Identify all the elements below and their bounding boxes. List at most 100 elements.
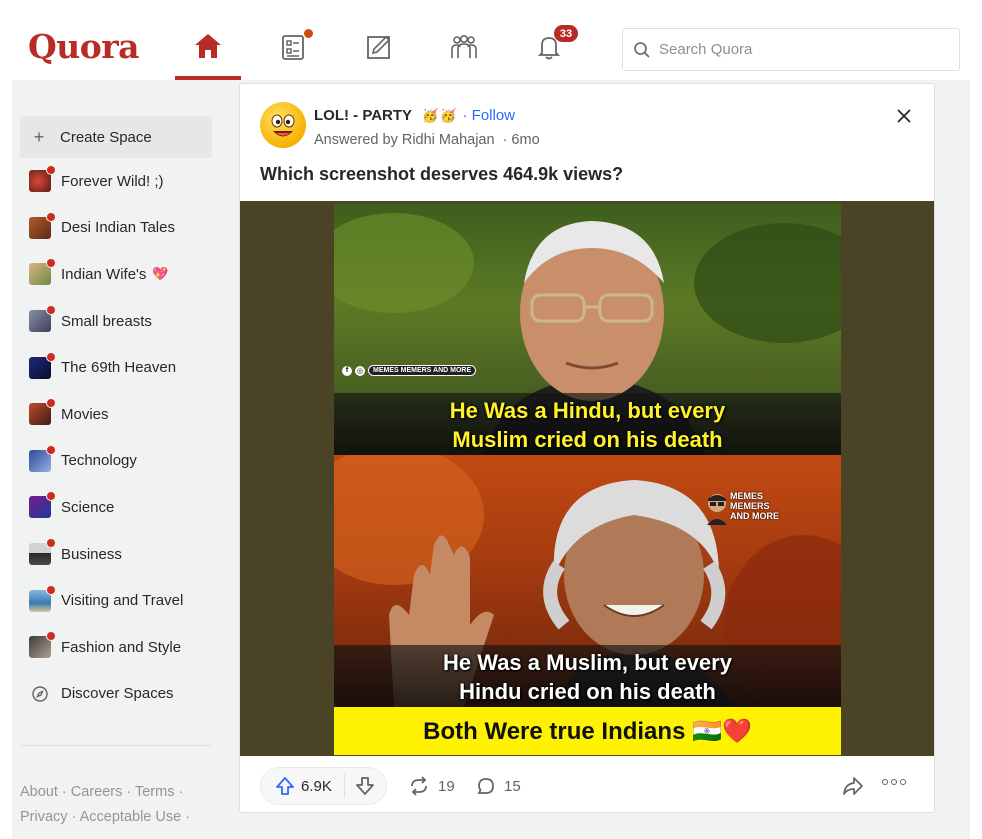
- meme-caption-top: He Was a Hindu, but every Muslim cried o…: [334, 393, 841, 455]
- sidebar-item-label: Science: [61, 498, 115, 516]
- vote-controls: 6.9K: [260, 767, 387, 805]
- spaces-sidebar: + Create Space Forever Wild! ;) Desi Ind…: [20, 116, 212, 717]
- sidebar-item-desi-indian-tales[interactable]: Desi Indian Tales: [20, 205, 212, 252]
- sidebar-item-business[interactable]: Business: [20, 531, 212, 578]
- plus-icon: +: [33, 126, 45, 147]
- sidebar-divider: [20, 745, 212, 746]
- upvote-button[interactable]: 6.9K: [261, 767, 344, 805]
- more-dot-icon: [900, 779, 906, 785]
- question-title[interactable]: Which screenshot deserves 464.9k views?: [260, 164, 623, 185]
- discover-label: Discover Spaces: [61, 685, 174, 703]
- sidebar-item-label: The 69th Heaven: [61, 359, 177, 377]
- meme-banner: Both Were true Indians 🇮🇳❤️: [334, 707, 841, 755]
- nav-spaces[interactable]: [431, 22, 497, 78]
- upvote-arrow-icon: [276, 777, 294, 795]
- meme-caption-bottom: He Was a Muslim, but every Hindu cried o…: [334, 645, 841, 707]
- sidebar-item-technology[interactable]: Technology: [20, 438, 212, 485]
- space-name-link[interactable]: LOL! - PARTY: [314, 107, 412, 124]
- create-space-button[interactable]: + Create Space: [20, 116, 212, 158]
- comments-button[interactable]: 15: [476, 767, 521, 805]
- nav-home[interactable]: [175, 22, 241, 80]
- footer-links-line-2[interactable]: Privacy · Acceptable Use ·: [20, 805, 212, 830]
- sidebar-item-label: Technology: [61, 452, 137, 470]
- feed-list-icon: [282, 35, 304, 60]
- meme-panel-top: f ◎ MEMES MEMERS AND MORE He Was a Hindu,…: [334, 203, 841, 455]
- quora-logo[interactable]: Quora: [28, 27, 140, 66]
- more-dot-icon: [882, 779, 888, 785]
- share-arrow-icon: [843, 777, 863, 795]
- reshare-count: 19: [438, 777, 455, 795]
- space-thumbnail: [29, 584, 56, 612]
- sidebar-item-label: Business: [61, 545, 122, 563]
- nav-notifications[interactable]: 33: [516, 22, 582, 78]
- space-thumbnail: [29, 444, 56, 472]
- meme-watermark: f ◎ MEMES MEMERS AND MORE: [342, 365, 477, 376]
- space-thumbnail: [29, 538, 56, 566]
- sidebar-item-label: Desi Indian Tales: [61, 219, 175, 237]
- answer-time: · 6mo: [502, 132, 540, 148]
- sidebar-item-movies[interactable]: Movies: [20, 391, 212, 438]
- reshare-icon: [411, 776, 427, 796]
- space-thumbnail: [29, 165, 56, 193]
- share-button[interactable]: [842, 776, 864, 801]
- meme-panel-bottom: MEMES MEMERS AND MORE He Was a Muslim, b…: [334, 455, 841, 707]
- party-emojis: 🥳🥳: [421, 108, 459, 123]
- sidebar-item-69th-heaven[interactable]: The 69th Heaven: [20, 344, 212, 391]
- space-thumbnail: [29, 491, 56, 519]
- space-thumbnail: [29, 631, 56, 659]
- sidebar-item-science[interactable]: Science: [20, 484, 212, 531]
- comment-icon: [477, 778, 494, 794]
- sidebar-item-fashion-style[interactable]: Fashion and Style: [20, 624, 212, 671]
- follow-button[interactable]: · Follow: [463, 107, 516, 124]
- answered-by-link[interactable]: Answered by Ridhi Mahajan: [314, 132, 495, 148]
- laughing-emoji-icon: [271, 114, 295, 137]
- discover-spaces-link[interactable]: Discover Spaces: [20, 671, 212, 718]
- create-space-label: Create Space: [60, 128, 152, 146]
- nav-answer[interactable]: [346, 22, 412, 78]
- sidebar-item-label: Forever Wild! ;): [61, 172, 164, 190]
- search-box[interactable]: [622, 28, 960, 71]
- sidebar-item-label: Movies: [61, 405, 109, 423]
- cartoon-logo-icon: [707, 494, 727, 525]
- more-options-button[interactable]: [882, 779, 906, 785]
- close-button[interactable]: [894, 106, 914, 126]
- people-icon: [451, 34, 477, 58]
- nav-following[interactable]: [260, 22, 326, 78]
- meme-image: f ◎ MEMES MEMERS AND MORE He Was a Hindu,…: [334, 203, 841, 755]
- home-icon: [195, 34, 221, 58]
- space-header: LOL! - PARTY 🥳🥳 · Follow: [314, 107, 515, 124]
- space-thumbnail: [29, 351, 56, 379]
- answer-card: LOL! - PARTY 🥳🥳 · Follow Answered by Rid…: [239, 83, 935, 813]
- footer-links-line-1[interactable]: About · Careers · Terms ·: [20, 780, 212, 805]
- notification-badge: 33: [554, 25, 578, 42]
- compass-icon: [29, 683, 51, 705]
- top-header: Quora 33 Search Quora: [0, 0, 982, 80]
- sidebar-item-small-breasts[interactable]: Small breasts: [20, 298, 212, 345]
- edit-icon: [367, 35, 391, 59]
- space-thumbnail: [29, 211, 56, 239]
- sidebar-item-label: Visiting and Travel: [61, 592, 184, 610]
- answer-meta: Answered by Ridhi Mahajan · 6mo: [314, 132, 540, 148]
- sidebar-item-label: Indian Wife's: [61, 265, 147, 283]
- share-count-button[interactable]: 19: [408, 767, 455, 805]
- more-dot-icon: [891, 779, 897, 785]
- footer-links: About · Careers · Terms · Privacy · Acce…: [20, 780, 212, 830]
- unread-dot: [304, 29, 313, 38]
- space-thumbnail: [29, 398, 56, 426]
- answer-actions: 6.9K 19 15: [260, 767, 916, 805]
- downvote-button[interactable]: [345, 767, 386, 805]
- close-icon: [897, 109, 911, 123]
- sidebar-item-forever-wild[interactable]: Forever Wild! ;): [20, 158, 212, 205]
- sidebar-item-label: Small breasts: [61, 312, 152, 330]
- sidebar-item-label: Fashion and Style: [61, 638, 182, 656]
- memes-logo: MEMES MEMERS AND MORE: [707, 491, 786, 525]
- search-input[interactable]: [659, 41, 939, 58]
- space-thumbnail: [29, 258, 56, 286]
- answer-image-frame[interactable]: f ◎ MEMES MEMERS AND MORE He Was a Hindu,…: [240, 201, 934, 756]
- space-thumbnail: [29, 305, 56, 333]
- upvote-count: 6.9K: [301, 777, 332, 795]
- sidebar-item-indian-wifes[interactable]: Indian Wife's 💖: [20, 251, 212, 298]
- comment-count: 15: [504, 777, 521, 795]
- sidebar-item-visiting-travel[interactable]: Visiting and Travel: [20, 577, 212, 624]
- space-avatar[interactable]: [260, 102, 306, 148]
